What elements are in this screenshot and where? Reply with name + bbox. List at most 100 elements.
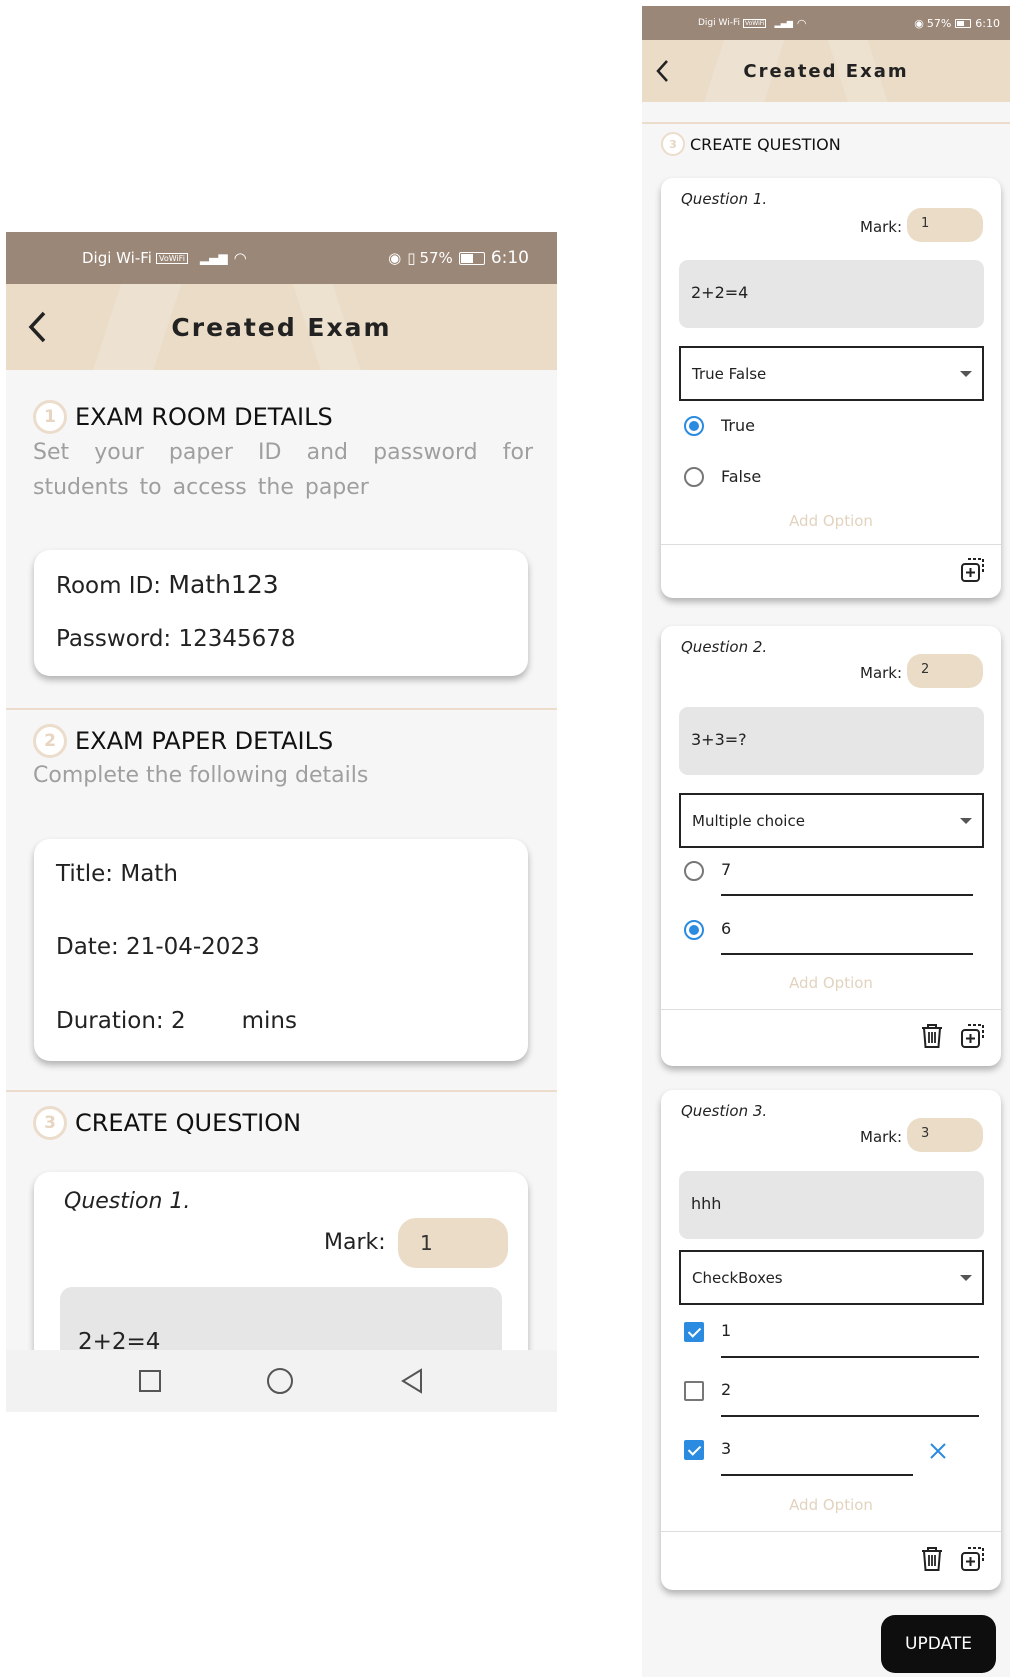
- option-underline: [721, 1415, 979, 1417]
- back-icon[interactable]: [28, 310, 48, 344]
- mark-label: Mark:: [860, 1128, 903, 1146]
- section-number: 2: [33, 724, 67, 758]
- option-input[interactable]: 3: [721, 1439, 731, 1458]
- battery-icon: [955, 18, 972, 28]
- section-title: CREATE QUESTION: [690, 134, 841, 154]
- card-footer-divider: [661, 1531, 1001, 1532]
- room-id-value: Math123: [168, 570, 279, 599]
- question-label: Question 1.: [64, 1189, 191, 1214]
- paper-card: Title: Math Date: 21-04-2023 Duration: 2…: [34, 839, 528, 1061]
- option-input[interactable]: 7: [721, 860, 731, 879]
- dropdown-caret-icon: [960, 817, 972, 824]
- right-screen: Digi Wi-Fi VoWiFi ▂▄▆ ◠ ◉ 57% 6:10 Creat…: [642, 6, 1010, 1677]
- close-icon[interactable]: [929, 1442, 947, 1460]
- add-option-button[interactable]: Add Option: [661, 1496, 1001, 1514]
- card-footer-divider: [661, 1009, 1001, 1010]
- page-title: Created Exam: [743, 60, 909, 82]
- duration-value: 2: [170, 1008, 186, 1034]
- status-bar: Digi Wi-Fi VoWiFi ▂▄▆ ◠ ◉ 57% 6:10: [642, 6, 1010, 40]
- question-label: Question 1.: [681, 190, 768, 208]
- system-nav-bar: [6, 1350, 557, 1412]
- eye-icon: ◉: [914, 16, 924, 30]
- option-underline: [721, 1474, 913, 1476]
- vowifi-badge: VoWiFi: [742, 18, 767, 28]
- vibrate-icon: ▯: [407, 249, 416, 267]
- option-radio[interactable]: [684, 861, 704, 881]
- question-type-select[interactable]: True False: [679, 346, 984, 401]
- option-input[interactable]: 6: [721, 919, 731, 938]
- question-text-input[interactable]: 2+2=4: [679, 260, 984, 328]
- square-icon[interactable]: [139, 1370, 162, 1392]
- copy-add-icon[interactable]: [960, 556, 986, 584]
- signal-icon: ▂▄▆: [774, 18, 793, 28]
- question-card: Question 2. Mark: 2 3+3=? Multiple choic…: [661, 626, 1001, 1066]
- option-input[interactable]: 1: [721, 1321, 731, 1340]
- trash-icon[interactable]: [919, 1022, 945, 1050]
- option-checkbox[interactable]: [684, 1322, 704, 1342]
- divider: [6, 1090, 557, 1092]
- option-checkbox[interactable]: [684, 1440, 704, 1460]
- option-radio[interactable]: [684, 467, 704, 487]
- section-number: 1: [33, 400, 67, 434]
- room-card: Room ID: Math123 Password: 12345678: [34, 550, 528, 676]
- duration-row[interactable]: Duration: 2 mins: [56, 1008, 297, 1034]
- question-card: Question 3. Mark: 3 hhh CheckBoxes 1 2 3…: [661, 1090, 1001, 1590]
- mark-input[interactable]: 1: [398, 1218, 508, 1268]
- section-number: 3: [661, 132, 685, 156]
- option-radio[interactable]: [684, 920, 704, 940]
- page-title: Created Exam: [171, 312, 392, 342]
- signal-icon: ▂▄▆: [199, 251, 228, 265]
- back-icon[interactable]: [656, 59, 670, 83]
- circle-icon[interactable]: [267, 1368, 294, 1394]
- wifi-icon: ◠: [233, 249, 247, 267]
- option-underline: [721, 953, 973, 955]
- trash-icon[interactable]: [919, 1545, 945, 1573]
- option-label: True: [721, 416, 755, 435]
- date-value: 21-04-2023: [126, 934, 260, 960]
- question-text-input[interactable]: 3+3=?: [679, 707, 984, 775]
- dropdown-caret-icon: [960, 1274, 972, 1281]
- option-radio[interactable]: [684, 416, 704, 436]
- clock: 6:10: [490, 248, 529, 268]
- question-card: Question 1. Mark: 1 2+2=4 True False Tru…: [661, 178, 1001, 598]
- mark-input[interactable]: 3: [907, 1118, 983, 1152]
- status-bar: Digi Wi-Fi VoWiFi ▂▄▆ ◠ ◉ ▯ 57% 6:10: [6, 232, 557, 284]
- mark-label: Mark:: [860, 218, 903, 236]
- card-footer-divider: [661, 544, 1001, 545]
- option-underline: [721, 1356, 979, 1358]
- option-checkbox[interactable]: [684, 1381, 704, 1401]
- title-row[interactable]: Title: Math: [56, 861, 178, 887]
- battery-icon: [458, 251, 485, 265]
- battery-percent: 57%: [926, 16, 952, 30]
- option-underline: [721, 894, 973, 896]
- option-label: False: [721, 467, 762, 486]
- mark-label: Mark:: [860, 664, 903, 682]
- duration-unit: mins: [241, 1008, 297, 1034]
- copy-add-icon[interactable]: [960, 1545, 986, 1573]
- clock: 6:10: [975, 16, 1000, 30]
- add-option-button[interactable]: Add Option: [661, 974, 1001, 992]
- password-row: Password: 12345678: [56, 626, 296, 652]
- divider: [6, 708, 557, 710]
- section-title: EXAM ROOM DETAILS: [75, 403, 333, 431]
- copy-add-icon[interactable]: [960, 1022, 986, 1050]
- update-button[interactable]: UPDATE: [881, 1615, 996, 1673]
- section-description: Set your paper ID and password for stude…: [33, 440, 533, 500]
- date-row[interactable]: Date: 21-04-2023: [56, 934, 260, 960]
- mark-input[interactable]: 1: [907, 208, 983, 242]
- mark-label: Mark:: [324, 1230, 386, 1255]
- carrier-label: Digi Wi-Fi: [698, 18, 740, 28]
- mark-input[interactable]: 2: [907, 654, 983, 688]
- option-input[interactable]: 2: [721, 1380, 731, 1399]
- question-text-input[interactable]: hhh: [679, 1171, 984, 1239]
- dropdown-caret-icon: [960, 370, 972, 377]
- triangle-back-icon[interactable]: [400, 1368, 424, 1394]
- app-bar: Created Exam: [6, 284, 557, 370]
- divider: [642, 122, 1010, 124]
- wifi-icon: ◠: [796, 16, 807, 30]
- section-header-paper: 2 EXAM PAPER DETAILS: [33, 724, 333, 758]
- question-type-select[interactable]: Multiple choice: [679, 793, 984, 848]
- add-option-button[interactable]: Add Option: [661, 512, 1001, 530]
- question-type-select[interactable]: CheckBoxes: [679, 1250, 984, 1305]
- section-title: EXAM PAPER DETAILS: [75, 727, 334, 755]
